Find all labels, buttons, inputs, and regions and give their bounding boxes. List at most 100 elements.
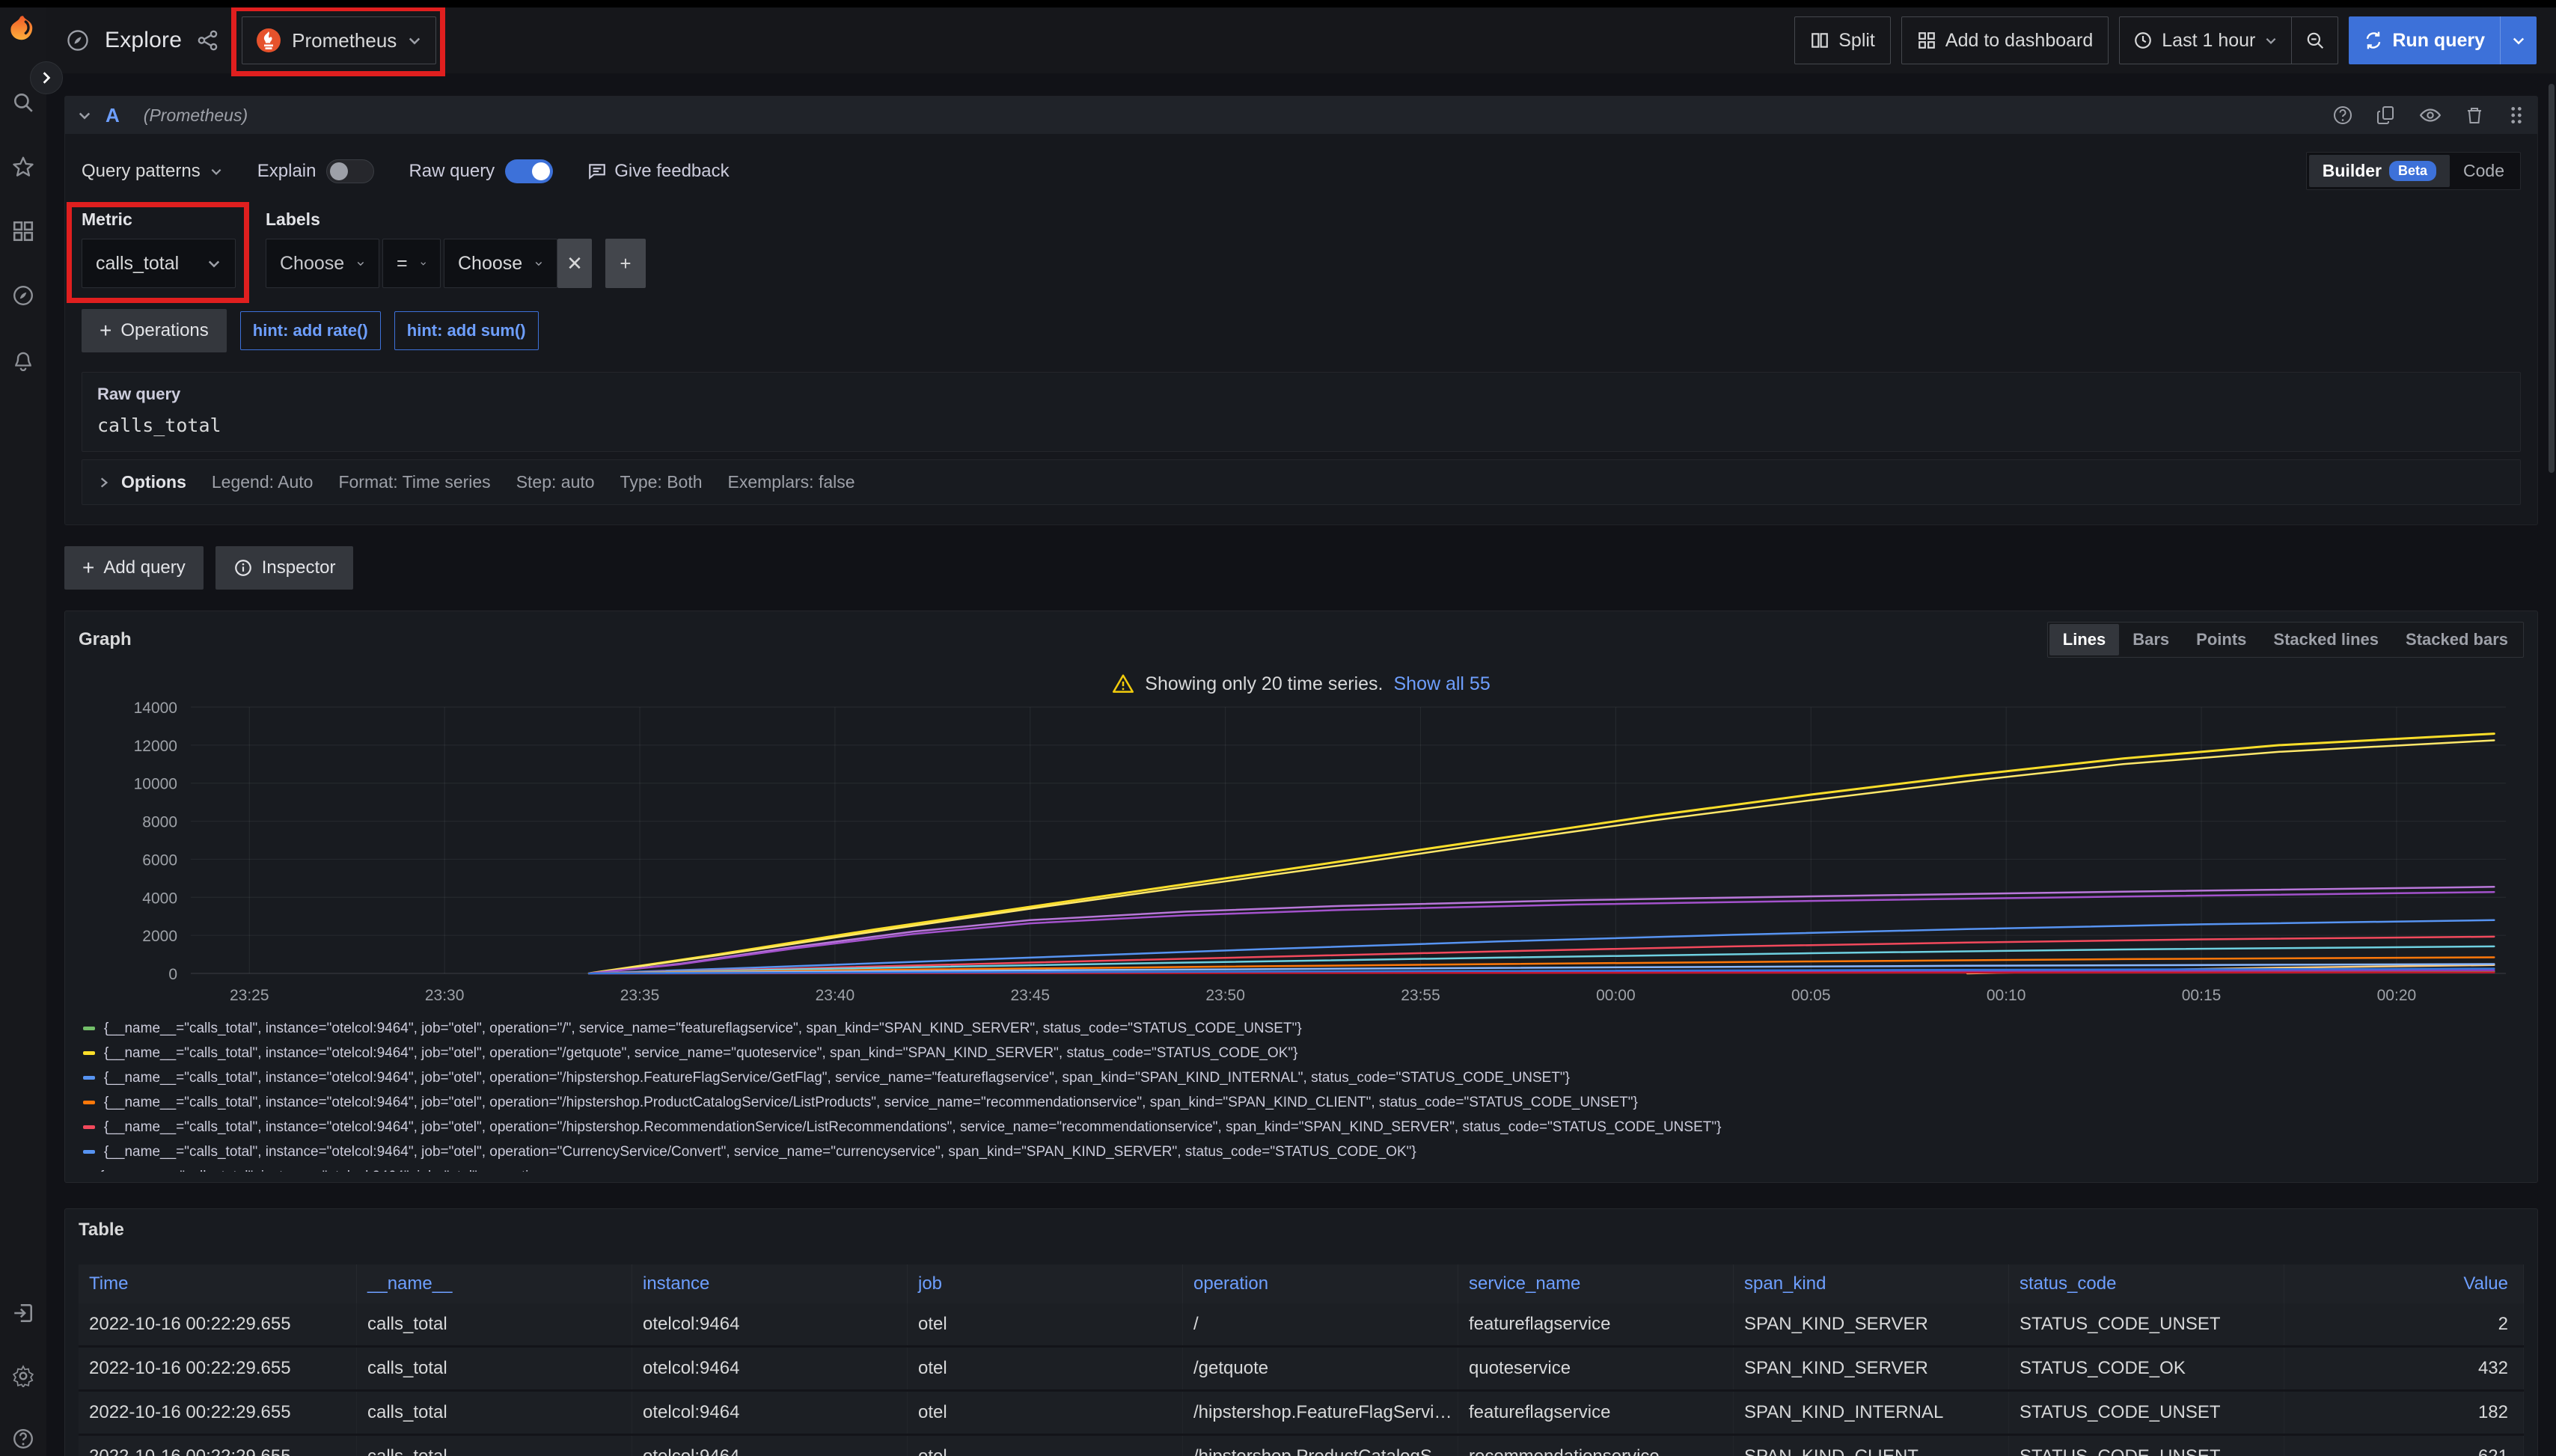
graph-mode-bars[interactable]: Bars (2119, 624, 2183, 655)
legend-label: {__name__="calls_total", instance="otelc… (104, 1021, 1302, 1037)
table-row[interactable]: 2022-10-16 00:22:29.655calls_totalotelco… (79, 1348, 2524, 1392)
table-row[interactable]: 2022-10-16 00:22:29.655calls_totalotelco… (79, 1392, 2524, 1436)
zoom-out-time-button[interactable] (2291, 17, 2338, 64)
inspector-button[interactable]: Inspector (215, 546, 354, 590)
add-operation-button[interactable]: + Operations (82, 309, 227, 352)
table-cell: SPAN_KIND_SERVER (1734, 1348, 2009, 1389)
table-cell: otelcol:9464 (632, 1348, 908, 1389)
svg-text:6000: 6000 (142, 851, 177, 869)
column-header-instance[interactable]: instance (632, 1264, 908, 1303)
warning-triangle-icon (1112, 673, 1134, 695)
table-cell: otel (908, 1392, 1183, 1434)
add-query-button[interactable]: + Add query (64, 546, 204, 590)
run-query-button[interactable]: Run query (2349, 16, 2537, 64)
query-patterns-dropdown[interactable]: Query patterns (82, 161, 223, 182)
drag-handle-icon[interactable] (2507, 105, 2525, 126)
svg-text:14000: 14000 (134, 700, 177, 717)
graph-mode-points[interactable]: Points (2183, 624, 2260, 655)
time-series-chart[interactable]: 0200040006000800010000120001400023:2523:… (79, 700, 2524, 1009)
split-icon (1810, 31, 1829, 50)
comment-icon (587, 162, 607, 181)
table-cell: 621 (2284, 1436, 2524, 1456)
metric-select[interactable]: calls_total (82, 239, 236, 288)
column-header-statuscode[interactable]: status_code (2009, 1264, 2284, 1303)
legend-label: {__name__="calls_total", instance="otelc… (104, 1144, 1416, 1160)
legend-item[interactable]: {__name__="calls_total", instance="otelc… (83, 1090, 2524, 1115)
svg-text:23:25: 23:25 (230, 987, 269, 1004)
graph-mode-lines[interactable]: Lines (2049, 624, 2119, 655)
show-all-series-link[interactable]: Show all 55 (1393, 673, 1490, 695)
legend-item[interactable]: {__name__="calls_total", instance="otelc… (83, 1041, 2524, 1065)
query-row-header[interactable]: A (Prometheus) (65, 97, 2537, 134)
add-label-button[interactable]: + (605, 239, 646, 288)
add-to-dashboard-button[interactable]: Add to dashboard (1901, 16, 2109, 64)
column-header-job[interactable]: job (908, 1264, 1183, 1303)
table-row[interactable]: 2022-10-16 00:22:29.655calls_totalotelco… (79, 1436, 2524, 1456)
options-expand[interactable]: Options (97, 472, 186, 492)
graph-mode-switcher: LinesBarsPointsStacked linesStacked bars (2047, 622, 2524, 658)
alerting-icon[interactable] (10, 347, 36, 373)
column-header-value[interactable]: Value (2284, 1264, 2524, 1303)
table-cell: 432 (2284, 1348, 2524, 1389)
time-picker: Last 1 hour (2119, 16, 2338, 64)
legend-swatch (83, 1150, 95, 1154)
query-hint-button-1[interactable]: hint: add sum() (394, 311, 539, 350)
time-range-button[interactable]: Last 1 hour (2120, 17, 2291, 64)
split-button[interactable]: Split (1794, 16, 1891, 64)
starred-icon[interactable] (10, 154, 36, 180)
table-cell: otel (908, 1303, 1183, 1345)
table-cell: /getquote (1183, 1348, 1458, 1389)
code-mode-tab[interactable]: Code (2450, 155, 2518, 187)
column-header-servicename[interactable]: service_name (1458, 1264, 1734, 1303)
legend-item[interactable]: {__name__="calls_total", instance="otelc… (83, 1115, 2524, 1140)
column-header-operation[interactable]: operation (1183, 1264, 1458, 1303)
column-header-name[interactable]: __name__ (357, 1264, 632, 1303)
dashboards-icon[interactable] (10, 218, 36, 244)
label-key-select[interactable]: Choose (266, 239, 379, 288)
run-query-dropdown[interactable] (2500, 16, 2537, 64)
remove-label-button[interactable]: ✕ (557, 239, 592, 288)
column-header-time[interactable]: Time (79, 1264, 357, 1303)
give-feedback-link[interactable]: Give feedback (587, 161, 729, 182)
top-strip (0, 0, 2556, 7)
grafana-logo[interactable] (7, 13, 40, 46)
svg-text:00:05: 00:05 (1791, 987, 1831, 1004)
scrollbar-thumb[interactable] (2549, 84, 2555, 473)
table-cell: otelcol:9464 (632, 1303, 908, 1345)
table-cell: STATUS_CODE_UNSET (2009, 1392, 2284, 1434)
duplicate-query-icon[interactable] (2376, 105, 2397, 126)
sign-in-icon[interactable] (10, 1300, 36, 1326)
label-value-select[interactable]: Choose (444, 239, 557, 288)
svg-text:00:10: 00:10 (1987, 987, 2026, 1004)
help-icon[interactable] (10, 1426, 36, 1452)
share-icon[interactable] (197, 29, 219, 52)
datasource-picker[interactable]: Prometheus (242, 16, 436, 64)
page-title: Explore (105, 28, 182, 53)
legend-item[interactable]: {__name__="calls_total", instance="otelc… (83, 1065, 2524, 1090)
clock-icon (2133, 31, 2153, 50)
query-hint-button-0[interactable]: hint: add rate() (240, 311, 381, 350)
explain-toggle[interactable] (326, 159, 374, 183)
graph-mode-stacked-lines[interactable]: Stacked lines (2260, 624, 2392, 655)
table-panel: Table Time__name__instancejoboperationse… (64, 1208, 2538, 1456)
raw-query-toggle[interactable] (505, 159, 553, 183)
column-header-spankind[interactable]: span_kind (1734, 1264, 2009, 1303)
remove-query-trash-icon[interactable] (2464, 105, 2485, 126)
sidebar-expand-button[interactable] (30, 61, 63, 94)
table-cell: recommendationservice (1458, 1436, 1734, 1456)
table-cell: /hipstershop.ProductCatalogS… (1183, 1436, 1458, 1456)
label-operator-select[interactable]: = (382, 239, 441, 288)
metric-value: calls_total (96, 253, 179, 275)
query-help-icon[interactable] (2332, 105, 2353, 126)
table-row[interactable]: 2022-10-16 00:22:29.655calls_totalotelco… (79, 1303, 2524, 1348)
search-icon[interactable] (10, 90, 36, 115)
legend-item[interactable]: {__name__="calls_total", instance="otelc… (83, 1016, 2524, 1041)
hide-response-eye-icon[interactable] (2419, 104, 2442, 126)
settings-icon[interactable] (10, 1363, 36, 1389)
legend-item[interactable]: {__name__="calls_total", instance="otelc… (83, 1140, 2524, 1164)
table-cell: STATUS_CODE_UNSET (2009, 1436, 2284, 1456)
builder-mode-tab[interactable]: Builder Beta (2309, 155, 2450, 187)
graph-mode-stacked-bars[interactable]: Stacked bars (2392, 624, 2522, 655)
explore-icon[interactable] (10, 283, 36, 308)
collapse-chevron-icon[interactable] (77, 108, 92, 123)
